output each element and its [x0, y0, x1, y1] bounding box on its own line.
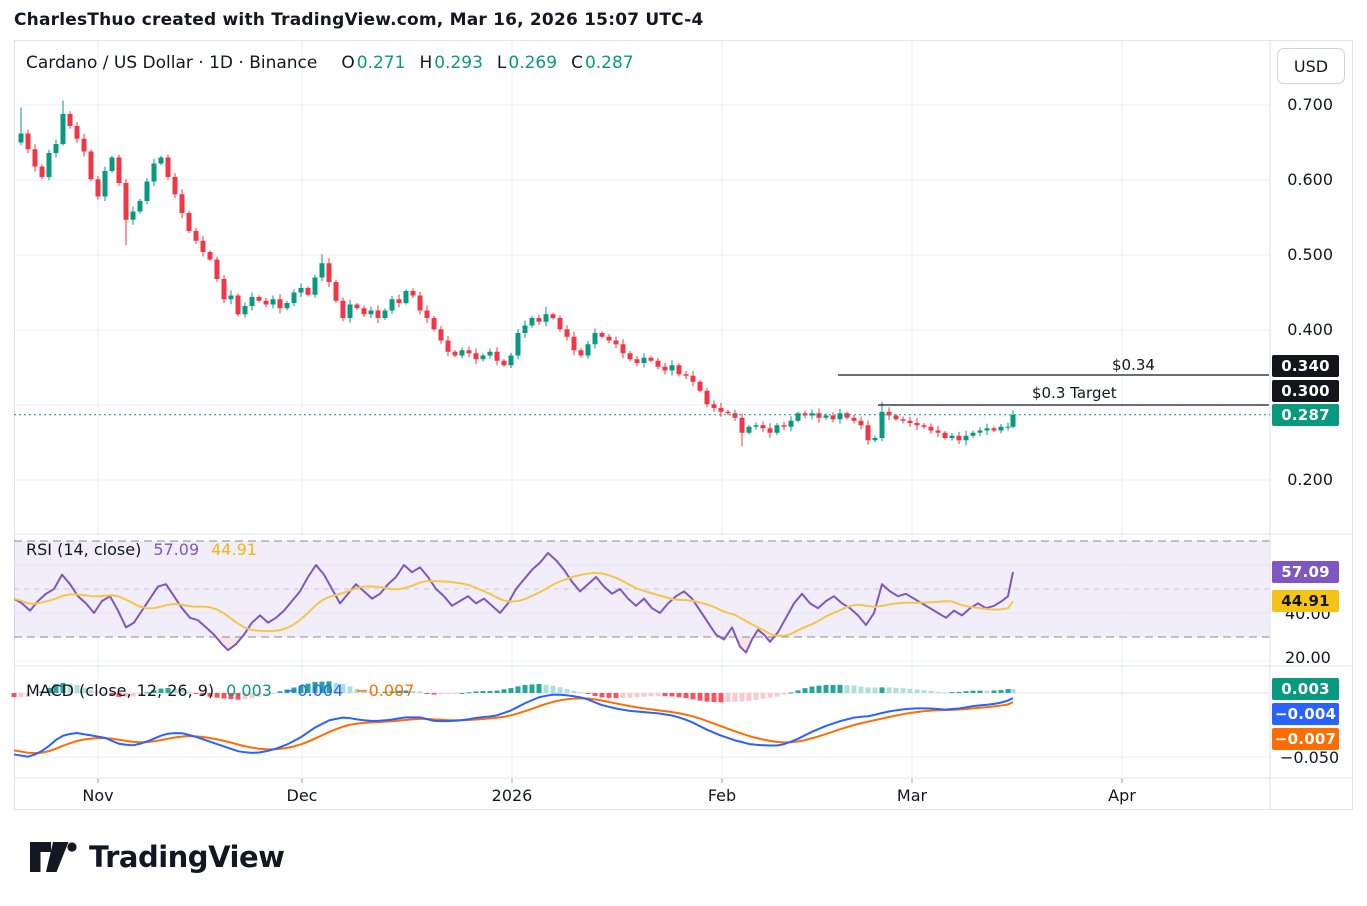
- tradingview-logo[interactable]: TradingView: [30, 840, 284, 874]
- rsi-title[interactable]: RSI (14, close): [26, 540, 141, 559]
- macd-signal-badge: −0.007: [1272, 728, 1339, 750]
- rsi-value: 57.09: [153, 540, 199, 559]
- rsi-legend: RSI (14, close) 57.09 44.91: [26, 540, 257, 559]
- level-label-03-target: $0.3 Target: [1032, 384, 1117, 402]
- time-axis-label: Nov: [82, 786, 113, 805]
- price-badge-0300: 0.300: [1272, 380, 1339, 402]
- price-tick: 0.500: [1287, 245, 1333, 264]
- tradingview-logo-text: TradingView: [89, 840, 284, 874]
- macd-hist-value: 0.003: [226, 681, 272, 700]
- rsi-badge: 57.09: [1272, 561, 1339, 583]
- time-axis-label: Mar: [897, 786, 927, 805]
- time-axis-label: Apr: [1108, 786, 1136, 805]
- symbol-legend: Cardano / US Dollar · 1D · Binance O0.27…: [26, 53, 634, 73]
- ohlc-open: O0.271: [341, 53, 405, 73]
- time-axis-label: 2026: [492, 786, 533, 805]
- time-axis-label: Dec: [287, 786, 318, 805]
- price-badge-0340: 0.340: [1272, 355, 1339, 377]
- ohlc-high: H0.293: [419, 53, 482, 73]
- macd-legend: MACD (close, 12, 26, 9) 0.003 −0.004 −0.…: [26, 681, 414, 700]
- ohlc-low: L0.269: [497, 53, 557, 73]
- symbol-title[interactable]: Cardano / US Dollar · 1D · Binance: [26, 53, 317, 73]
- rsi-ma-value: 44.91: [211, 540, 257, 559]
- price-tick: 0.600: [1287, 170, 1333, 189]
- macd-line-badge: −0.004: [1272, 703, 1339, 725]
- macd-signal-value: −0.007: [355, 681, 414, 700]
- time-axis-label: Feb: [708, 786, 736, 805]
- ohlc-close: C0.287: [571, 53, 634, 73]
- macd-title[interactable]: MACD (close, 12, 26, 9): [26, 681, 214, 700]
- price-tick: 0.200: [1287, 470, 1333, 489]
- price-tick: 0.400: [1287, 320, 1333, 339]
- last-price-badge: 0.287: [1272, 404, 1339, 426]
- page: { "header": {"attribution": "CharlesThuo…: [0, 0, 1367, 906]
- macd-line-value: −0.004: [284, 681, 343, 700]
- macd-tick-low: −0.050: [1280, 748, 1339, 767]
- rsi-ma-badge: 44.91: [1272, 590, 1339, 612]
- macd-hist-badge: 0.003: [1272, 678, 1339, 700]
- level-label-034: $0.34: [1112, 356, 1155, 374]
- time-axis[interactable]: Nov Dec 2026 Feb Mar Apr: [14, 780, 1270, 812]
- attribution-text: CharlesThuo created with TradingView.com…: [14, 10, 704, 30]
- chart-canvas[interactable]: [0, 0, 1367, 906]
- currency-toggle-button[interactable]: USD: [1277, 48, 1345, 84]
- rsi-tick-20: 20.00: [1285, 648, 1331, 667]
- tradingview-logo-icon: [30, 841, 77, 873]
- price-tick: 0.700: [1287, 95, 1333, 114]
